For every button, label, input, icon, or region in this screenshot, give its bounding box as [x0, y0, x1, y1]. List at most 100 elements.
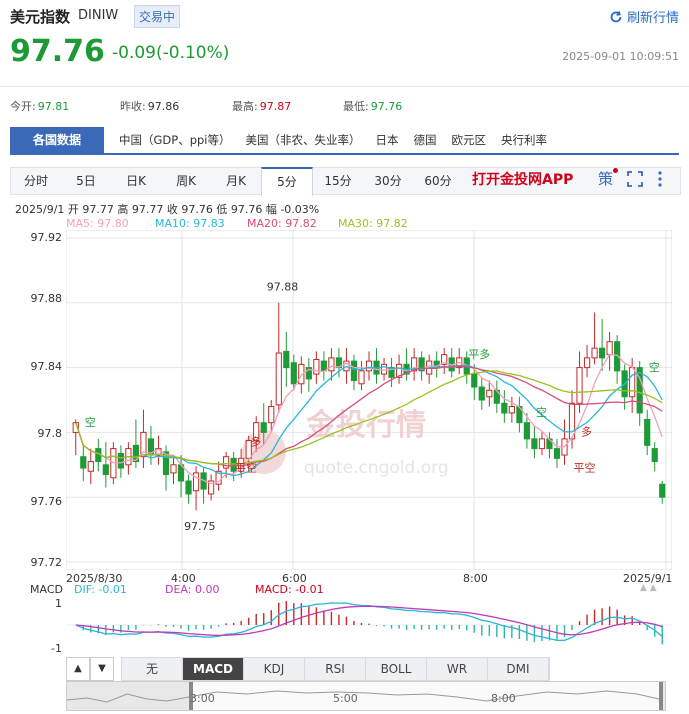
candle-body [290, 362, 297, 385]
tab-15min[interactable]: 15分 [313, 168, 363, 194]
refresh-button[interactable]: 刷新行情 [609, 7, 679, 26]
macd-dea-line [75, 605, 663, 637]
candle-body [87, 461, 94, 472]
time-navigator[interactable] [66, 681, 666, 711]
y-tick-label: 97.72 [30, 556, 63, 569]
scroll-up-button[interactable]: ▲ [66, 657, 90, 681]
macd-y-tick: 1 [55, 597, 62, 610]
nav-china[interactable]: 中国（GDP、ppi等） [119, 132, 231, 148]
navigator-label: 8:00 [491, 692, 516, 705]
candle-body [275, 352, 282, 406]
status-badge: 交易中 [134, 5, 181, 28]
ma30-legend: MA30: 97.82 [338, 217, 408, 230]
stat-high: 最高: 97.87 [232, 100, 292, 113]
open-app-link[interactable]: 打开金投网APP [472, 169, 573, 189]
candle-body [538, 438, 546, 450]
signal-marker: 平空 [235, 460, 257, 474]
signal-marker: 空 [649, 360, 660, 374]
signal-marker: 多 [581, 425, 592, 439]
candle-body [553, 448, 561, 459]
scroll-down-button[interactable]: ▼ [90, 657, 114, 681]
nav-central-bank-rates[interactable]: 央行利率 [501, 132, 547, 148]
indicator-rsi[interactable]: RSI [305, 658, 366, 680]
candle-body [102, 464, 109, 476]
notification-dot [613, 168, 619, 173]
candle-body [380, 363, 388, 375]
candlestick-chart[interactable]: 金投行情quote.cngold.org97.8897.75空平空多平多空平空多… [66, 230, 672, 570]
candle-body [283, 350, 290, 369]
navigator-label: 5:00 [333, 692, 358, 705]
more-icon[interactable] [657, 170, 663, 187]
tab-30min[interactable]: 30分 [363, 168, 413, 194]
candle-body [591, 347, 598, 359]
low-annotation: 97.75 [184, 520, 216, 533]
candle-body [478, 386, 485, 401]
candle-body [583, 357, 591, 369]
indicator-tabs: 无 MACD KDJ RSI BOLL WR DMI [121, 657, 550, 681]
indicator-macd[interactable]: MACD [183, 658, 244, 680]
candle-body [350, 360, 358, 382]
indicator-wr[interactable]: WR [427, 658, 488, 680]
tab-timeshare[interactable]: 分时 [11, 168, 61, 194]
nav-usa[interactable]: 美国（非农、失业率） [246, 132, 361, 148]
y-tick-label: 97.8 [37, 427, 63, 440]
indicator-boll[interactable]: BOLL [366, 658, 427, 680]
macd-y-tick: -1 [51, 642, 62, 655]
signal-marker: 平空 [574, 460, 596, 474]
candle-body [644, 418, 651, 446]
macd-chart[interactable] [66, 596, 672, 654]
candle-body [501, 402, 508, 414]
y-tick-label: 97.92 [30, 231, 63, 244]
candle-body [170, 464, 177, 474]
candle-body [508, 405, 515, 414]
candle-body [659, 483, 666, 498]
tab-monthly-k[interactable]: 月K [211, 168, 261, 194]
stats-row: 今开: 97.81 昨收: 97.86 最高: 97.87 最低: 97.76 [10, 98, 402, 114]
signal-marker: 多 [250, 434, 261, 448]
indicator-none[interactable]: 无 [122, 658, 183, 680]
y-tick-label: 97.88 [30, 292, 63, 305]
tab-60min[interactable]: 60分 [413, 168, 463, 194]
macd-value: MACD: -0.01 [255, 583, 324, 596]
candle-body [576, 367, 583, 404]
stat-low: 最低: 97.76 [343, 100, 403, 113]
candle-body [268, 405, 275, 424]
candle-body [313, 359, 320, 375]
period-tabs: 分时 5日 日K 周K 月K 5分 15分 30分 60分 [10, 167, 681, 196]
candle-body [358, 370, 365, 385]
tab-daily-k[interactable]: 日K [111, 168, 161, 194]
nav-eurozone[interactable]: 欧元区 [452, 132, 487, 148]
signal-marker: 平多 [468, 347, 490, 361]
candle-body [365, 360, 373, 372]
quote-timestamp: 2025-09-01 10:09:51 [562, 50, 679, 63]
tab-weekly-k[interactable]: 周K [161, 168, 211, 194]
tab-5day[interactable]: 5日 [61, 168, 111, 194]
candle-body [117, 452, 124, 469]
nav-germany[interactable]: 德国 [414, 132, 437, 148]
scroll-arrows[interactable]: ▲ ▲ [640, 583, 657, 593]
navigator-label: 3:00 [190, 692, 215, 705]
high-annotation: 97.88 [267, 280, 299, 293]
candle-body [80, 456, 87, 469]
candle-body [651, 448, 658, 463]
signal-marker: 空 [85, 415, 96, 429]
indicator-dmi[interactable]: DMI [488, 658, 549, 680]
last-price: 97.76 [10, 34, 105, 69]
fullscreen-icon[interactable] [627, 170, 643, 187]
stat-open: 今开: 97.81 [10, 100, 70, 113]
candle-body [320, 360, 327, 372]
page-title: 美元指数 [10, 8, 71, 26]
candle-body [598, 347, 606, 359]
signal-marker: 空 [536, 405, 547, 419]
tab-5min[interactable]: 5分 [261, 167, 313, 196]
strategy-button[interactable]: 策 [598, 168, 619, 189]
candle-body [606, 341, 613, 356]
macd-dea: DEA: 0.00 [165, 583, 220, 596]
indicator-kdj[interactable]: KDJ [244, 658, 305, 680]
price-change: -0.09(-0.10%) [112, 43, 230, 63]
navigator-right-handle [659, 682, 663, 710]
nav-country-data[interactable]: 各国数据 [10, 127, 104, 153]
nav-japan[interactable]: 日本 [376, 132, 399, 148]
candle-body [523, 422, 530, 440]
macd-dif: DIF: -0.01 [74, 583, 127, 596]
